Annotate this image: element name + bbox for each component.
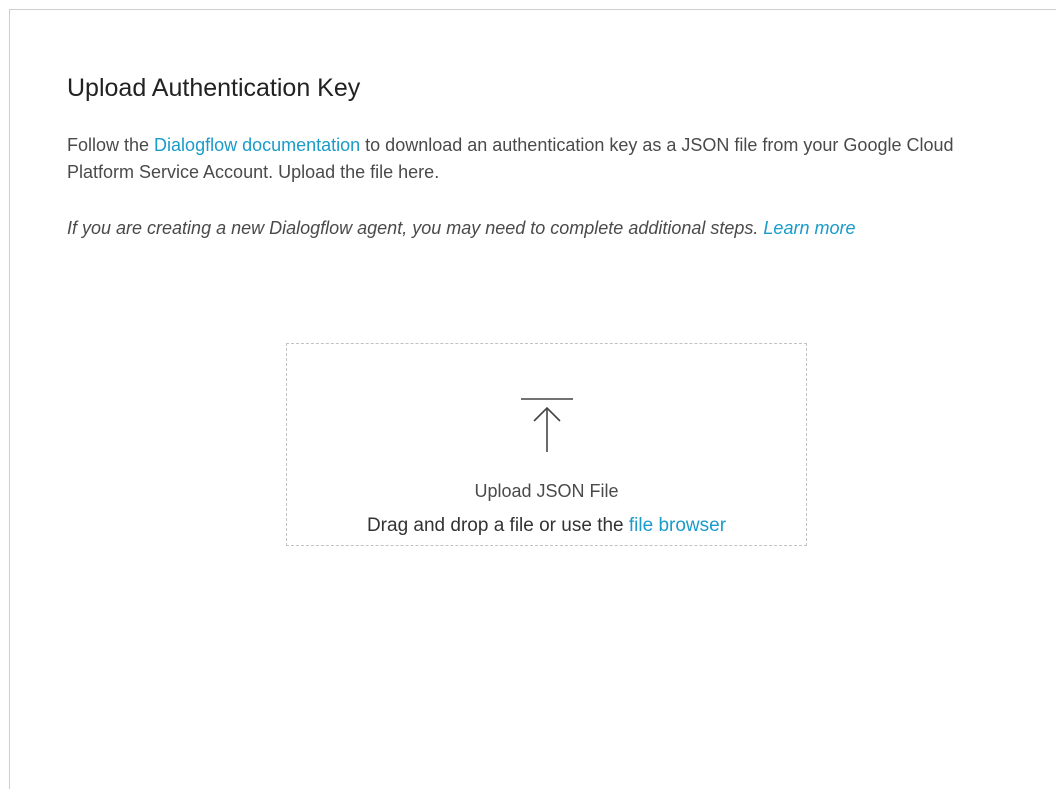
learn-more-link[interactable]: Learn more: [763, 218, 855, 238]
file-browser-link[interactable]: file browser: [629, 515, 726, 536]
instructions-text: Follow the Dialogflow documentation to d…: [67, 132, 1007, 186]
dropzone-instruction-text: Drag and drop a file or use the: [366, 515, 629, 536]
file-dropzone[interactable]: Upload JSON File Drag and drop a file or…: [286, 343, 807, 546]
new-agent-note: If you are creating a new Dialogflow age…: [67, 213, 1007, 243]
upload-key-panel: Upload Authentication Key Follow the Dia…: [9, 9, 1056, 789]
dialogflow-documentation-link[interactable]: Dialogflow documentation: [154, 135, 360, 155]
dropzone-instruction: Drag and drop a file or use the file bro…: [287, 515, 806, 537]
dropzone-title: Upload JSON File: [474, 481, 619, 501]
new-agent-note-text: If you are creating a new Dialogflow age…: [67, 218, 764, 238]
upload-icon: [521, 398, 573, 452]
instructions-prefix: Follow the: [67, 135, 155, 155]
page-title: Upload Authentication Key: [67, 74, 361, 102]
